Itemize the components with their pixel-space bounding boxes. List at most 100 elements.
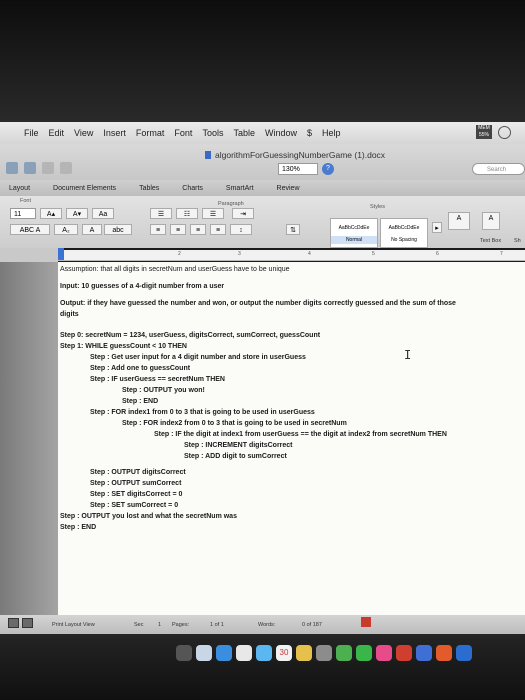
safari-icon[interactable]	[216, 645, 232, 661]
calendar-icon[interactable]: 30	[276, 645, 292, 661]
new-document-icon[interactable]	[6, 162, 18, 174]
doc-line-if-digit[interactable]: Step : IF the digit at index1 from userG…	[154, 431, 447, 438]
font-size-select[interactable]: 11	[10, 208, 36, 219]
facetime-icon[interactable]	[356, 645, 372, 661]
time-machine-icon[interactable]	[498, 125, 511, 139]
doc-line-reset-sum[interactable]: Step : SET sumCorrect = 0	[90, 502, 178, 509]
print-icon[interactable]	[24, 162, 36, 174]
spelling-check-icon[interactable]	[361, 617, 371, 627]
view-mode-label[interactable]: Print Layout View	[52, 622, 95, 628]
highlight-button[interactable]: abc	[104, 224, 132, 235]
finder-icon[interactable]	[176, 645, 192, 661]
doc-line-output-digits[interactable]: Step : OUTPUT digitsCorrect	[90, 469, 186, 476]
tab-stop-marker[interactable]	[58, 248, 64, 260]
menu-font[interactable]: Font	[174, 128, 192, 138]
doc-line-assumption[interactable]: Assumption: that all digits in secretNum…	[60, 266, 290, 273]
app-store-icon[interactable]	[416, 645, 432, 661]
tab-layout[interactable]: Layout	[9, 185, 30, 192]
zoom-select[interactable]: 130%	[278, 163, 318, 175]
search-input[interactable]: Search	[472, 163, 525, 175]
doc-line-reset-digits[interactable]: Step : SET digitsCorrect = 0	[90, 491, 182, 498]
menu-insert[interactable]: Insert	[103, 128, 126, 138]
itunes-icon[interactable]	[376, 645, 392, 661]
align-left-button[interactable]: ≡	[150, 224, 166, 235]
tab-smartart[interactable]: SmartArt	[226, 185, 254, 192]
subscript-button[interactable]: A₂	[54, 224, 78, 235]
styles-scroll-icon[interactable]: ▸	[432, 222, 442, 233]
doc-line-for-index1[interactable]: Step : FOR index1 from 0 to 3 that is go…	[90, 409, 315, 416]
doc-line-get-input[interactable]: Step : Get user input for a 4 digit numb…	[90, 354, 306, 361]
tab-charts[interactable]: Charts	[182, 185, 203, 192]
menu-window[interactable]: Window	[265, 128, 297, 138]
text-box-icon[interactable]: A	[482, 212, 500, 230]
numbering-button[interactable]: ☷	[176, 208, 198, 219]
doc-line-output[interactable]: Output: if they have guessed the number …	[60, 300, 456, 307]
photo-booth-icon[interactable]	[396, 645, 412, 661]
text-styles-button[interactable]: A	[448, 212, 470, 230]
doc-line-end[interactable]: Step : END	[60, 524, 96, 531]
mail-icon[interactable]	[256, 645, 272, 661]
doc-line-end-if[interactable]: Step : END	[122, 398, 158, 405]
undo-icon[interactable]	[42, 162, 54, 174]
shrink-font-button[interactable]: A▾	[66, 208, 88, 219]
doc-line-for-index2[interactable]: Step : FOR index2 from 0 to 3 that is go…	[122, 420, 347, 427]
sort-button[interactable]: ⇅	[286, 224, 300, 235]
multilevel-list-button[interactable]: ☰	[202, 208, 224, 219]
tab-review[interactable]: Review	[277, 185, 300, 192]
doc-line-output-lost[interactable]: Step : OUTPUT you lost and what the secr…	[60, 513, 237, 520]
text-effects-button[interactable]: ABC A	[10, 224, 50, 235]
document-page[interactable]: Assumption: that all digits in secretNum…	[58, 262, 525, 615]
text-box-label[interactable]: Text Box	[480, 238, 501, 244]
doc-line-input[interactable]: Input: 10 guesses of a 4-digit number fr…	[60, 283, 224, 290]
section-value: 1	[158, 622, 162, 628]
doc-line-output-cont[interactable]: digits	[60, 311, 79, 318]
menu-view[interactable]: View	[74, 128, 93, 138]
style-no-spacing[interactable]: AaBbCcDdEe No Spacing	[380, 218, 428, 248]
bullets-button[interactable]: ☰	[150, 208, 172, 219]
memory-monitor-icon[interactable]: MEM 55%	[476, 125, 492, 139]
menu-help[interactable]: Help	[322, 128, 341, 138]
menu-table[interactable]: Table	[233, 128, 255, 138]
messages-icon[interactable]	[336, 645, 352, 661]
word-icon[interactable]	[456, 645, 472, 661]
notes-icon[interactable]	[296, 645, 312, 661]
doc-line-step1[interactable]: Step 1: WHILE guessCount < 10 THEN	[60, 343, 187, 350]
doc-line-add-one[interactable]: Step : Add one to guessCount	[90, 365, 190, 372]
style-normal[interactable]: AaBbCcDdEe Normal	[330, 218, 378, 248]
words-value[interactable]: 0 of 187	[302, 622, 322, 628]
help-icon[interactable]: ?	[322, 163, 334, 175]
ruler-number: 7	[500, 251, 503, 257]
tab-tables[interactable]: Tables	[139, 185, 159, 192]
launchpad-icon[interactable]	[196, 645, 212, 661]
format-painter-icon[interactable]	[60, 162, 72, 174]
line-spacing-button[interactable]: ↕	[230, 224, 252, 235]
draft-view-icon[interactable]	[8, 618, 19, 628]
photos-icon[interactable]	[316, 645, 332, 661]
justify-button[interactable]: ≡	[210, 224, 226, 235]
doc-line-output-sum[interactable]: Step : OUTPUT sumCorrect	[90, 480, 181, 487]
horizontal-ruler[interactable]	[58, 250, 525, 261]
grow-font-button[interactable]: A▴	[40, 208, 62, 219]
menu-tools[interactable]: Tools	[202, 128, 223, 138]
doc-line-add-digit[interactable]: Step : ADD digit to sumCorrect	[184, 453, 287, 460]
firefox-icon[interactable]	[436, 645, 452, 661]
outline-view-icon[interactable]	[22, 618, 33, 628]
doc-line-if-equal[interactable]: Step : IF userGuess == secretNum THEN	[90, 376, 225, 383]
align-right-button[interactable]: ≡	[190, 224, 206, 235]
menu-file[interactable]: File	[24, 128, 39, 138]
menu-edit[interactable]: Edit	[49, 128, 65, 138]
script-icon[interactable]: $	[307, 128, 312, 138]
indent-button[interactable]: ⇥	[232, 208, 254, 219]
doc-line-increment[interactable]: Step : INCREMENT digitsCorrect	[184, 442, 293, 449]
doc-line-output-won[interactable]: Step : OUTPUT you won!	[122, 387, 205, 394]
menu-format[interactable]: Format	[136, 128, 165, 138]
chrome-icon[interactable]	[236, 645, 252, 661]
shape-label[interactable]: Sh	[514, 238, 521, 244]
ruler-number: 5	[372, 251, 375, 257]
doc-line-step0[interactable]: Step 0: secretNum = 1234, userGuess, dig…	[60, 332, 320, 339]
font-color-button[interactable]: A	[82, 224, 102, 235]
tab-document-elements[interactable]: Document Elements	[53, 185, 116, 192]
menu-bar: File Edit View Insert Format Font Tools …	[0, 122, 525, 144]
align-center-button[interactable]: ≡	[170, 224, 186, 235]
change-case-button[interactable]: Aa	[92, 208, 114, 219]
